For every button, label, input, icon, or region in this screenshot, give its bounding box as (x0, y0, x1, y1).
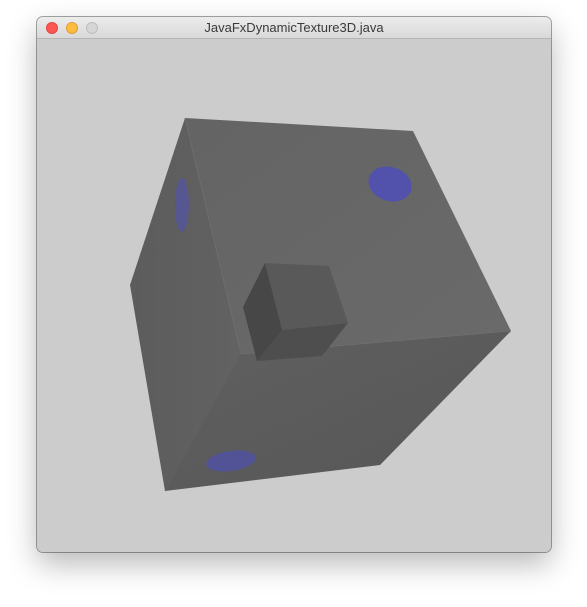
3d-scene-canvas (130, 117, 512, 492)
window-title: JavaFxDynamicTexture3D.java (204, 20, 384, 35)
texture-dot-left-face (175, 178, 189, 232)
3d-scene-viewport[interactable] (37, 39, 551, 552)
cube-face-right (185, 118, 511, 354)
title-bar[interactable]: JavaFxDynamicTexture3D.java (37, 17, 551, 39)
app-window: JavaFxDynamicTexture3D.java (37, 17, 551, 552)
